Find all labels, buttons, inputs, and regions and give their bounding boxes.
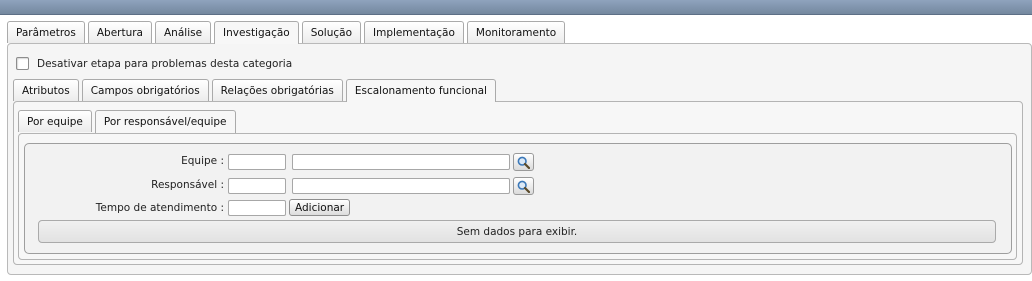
equipe-label: Equipe : <box>181 155 224 167</box>
tab-campos-obrigatorios[interactable]: Campos obrigatórios <box>81 79 209 101</box>
top-bar <box>0 0 1032 15</box>
disable-stage-row: Desativar etapa para problemas desta cat… <box>16 57 292 70</box>
tab-por-responsavel-equipe[interactable]: Por responsável/equipe <box>94 110 236 133</box>
responsavel-name-input[interactable] <box>292 178 510 194</box>
add-button[interactable]: Adicionar <box>289 199 351 216</box>
tab-implementacao[interactable]: Implementação <box>364 21 464 43</box>
tab-abertura[interactable]: Abertura <box>87 21 152 43</box>
tab-solucao[interactable]: Solução <box>301 21 362 43</box>
escalation-tab-bar: Por equipe Por responsável/equipe <box>18 110 236 133</box>
tempo-atendimento-label: Tempo de atendimento : <box>95 202 224 214</box>
tab-investigacao[interactable]: Investigação <box>214 21 299 44</box>
responsavel-label: Responsável : <box>151 179 224 191</box>
magnifier-icon <box>517 156 530 169</box>
sub-tab-bar: Atributos Campos obrigatórios Relações o… <box>13 79 496 102</box>
disable-stage-label: Desativar etapa para problemas desta cat… <box>37 57 293 70</box>
tab-relacoes-obrigatorias[interactable]: Relações obrigatórias <box>211 79 343 101</box>
tab-monitoramento[interactable]: Monitoramento <box>466 21 566 43</box>
main-tab-bar: Parâmetros Abertura Análise Investigação… <box>7 21 566 44</box>
tempo-atendimento-input[interactable] <box>228 200 286 216</box>
tab-escalonamento-funcional[interactable]: Escalonamento funcional <box>345 79 496 102</box>
responsavel-code-input[interactable] <box>228 178 286 194</box>
tab-parametros[interactable]: Parâmetros <box>7 21 85 43</box>
empty-grid-message: Sem dados para exibir. <box>38 220 996 243</box>
disable-stage-checkbox[interactable] <box>16 57 29 70</box>
tab-atributos[interactable]: Atributos <box>13 79 79 101</box>
equipe-name-input[interactable] <box>292 154 510 170</box>
tab-analise[interactable]: Análise <box>155 21 212 43</box>
tab-por-equipe[interactable]: Por equipe <box>18 110 92 132</box>
magnifier-icon <box>517 180 530 193</box>
responsavel-lookup-button[interactable] <box>513 177 534 195</box>
equipe-lookup-button[interactable] <box>513 153 534 171</box>
equipe-code-input[interactable] <box>228 154 286 170</box>
